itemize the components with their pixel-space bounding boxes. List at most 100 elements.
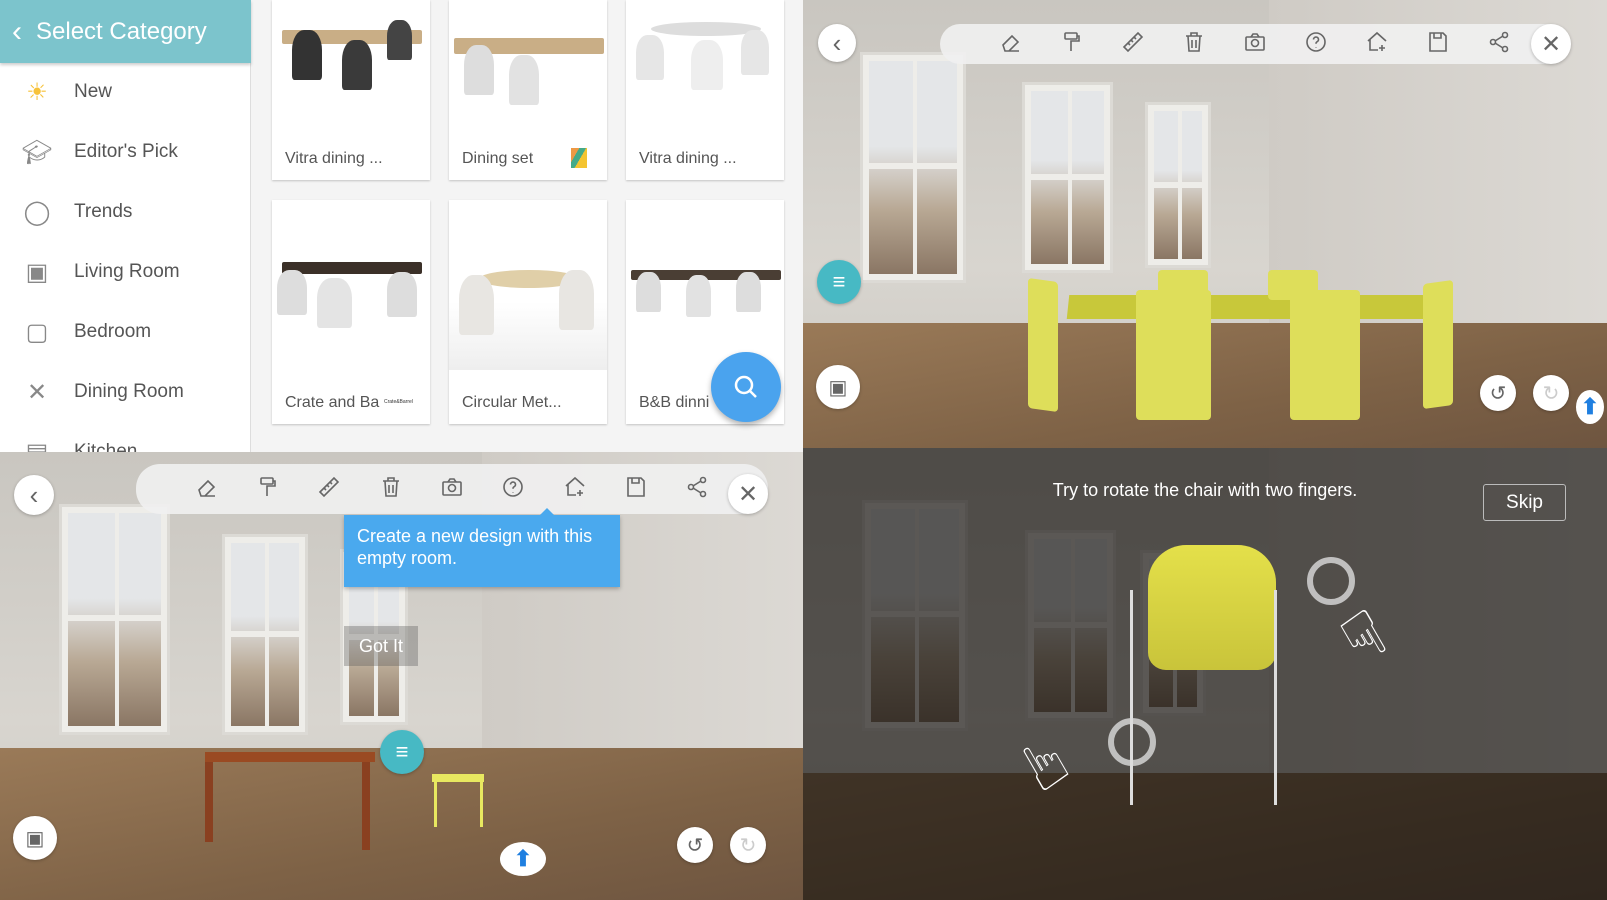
- save-button[interactable]: [1426, 30, 1450, 59]
- arrow-up-icon: ⬆: [513, 846, 533, 871]
- camera-icon: [442, 477, 462, 496]
- product-label: Vitra dining ...: [639, 150, 737, 167]
- close-icon: ✕: [737, 480, 759, 508]
- trash-button[interactable]: [1182, 30, 1206, 59]
- back-chevron-icon[interactable]: ‹: [12, 15, 22, 49]
- top-toolbar: [136, 464, 768, 514]
- close-button[interactable]: ✕: [1531, 24, 1571, 64]
- chevron-left-icon: ‹: [832, 27, 842, 58]
- undo-button[interactable]: ↺: [1480, 375, 1516, 411]
- select-category-header[interactable]: ‹ Select Category: [0, 0, 251, 63]
- eraser-button[interactable]: [999, 30, 1023, 59]
- chair-leg: [1274, 590, 1277, 805]
- new-room-button[interactable]: [563, 475, 587, 504]
- share-button[interactable]: [1487, 30, 1511, 59]
- trash-icon: [382, 476, 399, 497]
- pillow-icon: ▢: [25, 318, 49, 346]
- category-label: Bedroom: [74, 321, 152, 342]
- redo-button[interactable]: ↻: [1533, 375, 1569, 411]
- camera-icon: [1245, 32, 1265, 51]
- redo-icon: ↻: [739, 834, 757, 857]
- category-label: Living Room: [74, 261, 180, 282]
- category-bedroom[interactable]: ▢ Bedroom: [0, 307, 251, 357]
- chair-model[interactable]: [1148, 545, 1276, 670]
- trash-button[interactable]: [379, 475, 403, 504]
- armchair-icon: ▣: [25, 258, 49, 286]
- share-icon: [687, 476, 707, 497]
- layers-button[interactable]: ≡: [817, 260, 861, 304]
- save-icon: [1429, 31, 1448, 52]
- undo-button[interactable]: ↺: [677, 827, 713, 863]
- search-icon: [734, 375, 757, 398]
- paint-roller-button[interactable]: [1060, 30, 1084, 59]
- paint-roller-button[interactable]: [256, 475, 280, 504]
- product-card[interactable]: Vitra dining ...: [272, 0, 430, 180]
- skip-button[interactable]: Skip: [1483, 484, 1566, 521]
- chevron-left-icon: ‹: [29, 479, 39, 510]
- brand-logo-icon: [571, 148, 587, 168]
- layers-icon: ≡: [832, 269, 846, 294]
- category-new[interactable]: ☀ New: [0, 67, 251, 117]
- help-icon: [503, 476, 524, 497]
- camera-button[interactable]: [1243, 30, 1267, 59]
- category-sidebar: ‹ Select Category ☀ New 🎓︎ Editor's Pick ◯…: [0, 0, 251, 452]
- product-image: [449, 0, 607, 130]
- back-button[interactable]: ‹: [14, 475, 54, 515]
- save-icon: [627, 476, 645, 497]
- help-button[interactable]: [501, 475, 525, 504]
- product-card[interactable]: Crate and Ba Crate&Barrel: [272, 200, 430, 424]
- product-label: Crate and Ba: [285, 394, 380, 411]
- product-image: [272, 0, 430, 130]
- touch-point-icon: [1307, 557, 1355, 605]
- search-fab-button[interactable]: [711, 352, 781, 422]
- fork-knife-icon: ✕: [26, 378, 48, 406]
- catalog-panel: ‹ Select Category ☀ New 🎓︎ Editor's Pick ◯…: [0, 0, 803, 452]
- back-button[interactable]: ‹: [818, 24, 856, 62]
- layers-icon: ≡: [395, 739, 409, 764]
- ruler-icon: [319, 476, 340, 497]
- share-button[interactable]: [685, 475, 709, 504]
- armchair-cart-icon: ▣: [25, 827, 45, 850]
- ruler-button[interactable]: [317, 475, 341, 504]
- category-label: Dining Room: [74, 381, 184, 402]
- undo-icon: ↺: [686, 834, 704, 857]
- furniture-catalog-button[interactable]: ▣: [13, 816, 57, 860]
- ruler-button[interactable]: [1121, 30, 1145, 59]
- top-toolbar: [940, 24, 1570, 64]
- arrow-up-icon: ⬆: [1580, 394, 1600, 419]
- eraser-icon: [197, 479, 215, 497]
- move-up-button[interactable]: ⬆: [500, 842, 546, 876]
- product-image: [626, 200, 784, 370]
- product-card[interactable]: Vitra dining ...: [626, 0, 784, 180]
- share-icon: [1490, 31, 1509, 52]
- got-it-button[interactable]: Got It: [344, 626, 418, 666]
- eraser-button[interactable]: [195, 475, 219, 504]
- move-up-button[interactable]: ⬆: [1576, 390, 1604, 424]
- close-button[interactable]: ✕: [728, 474, 768, 514]
- category-kitchen[interactable]: ▤ Kitchen: [0, 427, 251, 453]
- category-living-room[interactable]: ▣ Living Room: [0, 247, 251, 297]
- product-label: Circular Met...: [462, 394, 562, 411]
- furniture-catalog-button[interactable]: ▣: [816, 365, 860, 409]
- graduation-cap-icon: 🎓︎: [21, 138, 53, 166]
- sun-icon: ☀: [26, 78, 48, 106]
- help-button[interactable]: [1304, 30, 1328, 59]
- touch-point-icon: [1108, 718, 1156, 766]
- new-room-button[interactable]: [1365, 30, 1389, 59]
- close-icon: ✕: [1540, 30, 1562, 58]
- redo-button[interactable]: ↻: [730, 827, 766, 863]
- category-trends[interactable]: ◯ Trends: [0, 187, 251, 237]
- tooltip-text: Create a new design with this empty room…: [357, 526, 593, 568]
- product-card[interactable]: Dining set: [449, 0, 607, 180]
- camera-button[interactable]: [440, 475, 464, 504]
- category-editors-pick[interactable]: 🎓︎ Editor's Pick: [0, 127, 251, 177]
- help-icon: [1306, 31, 1326, 52]
- product-card[interactable]: Circular Met...: [449, 200, 607, 424]
- save-button[interactable]: [624, 475, 648, 504]
- category-dining-room[interactable]: ✕ Dining Room: [0, 367, 251, 417]
- chair-leg: [1130, 590, 1133, 805]
- ruler-icon: [1122, 31, 1143, 52]
- layers-button[interactable]: ≡: [380, 730, 424, 774]
- category-label: New: [74, 81, 113, 102]
- tutorial-tooltip: Create a new design with this empty room…: [344, 508, 620, 587]
